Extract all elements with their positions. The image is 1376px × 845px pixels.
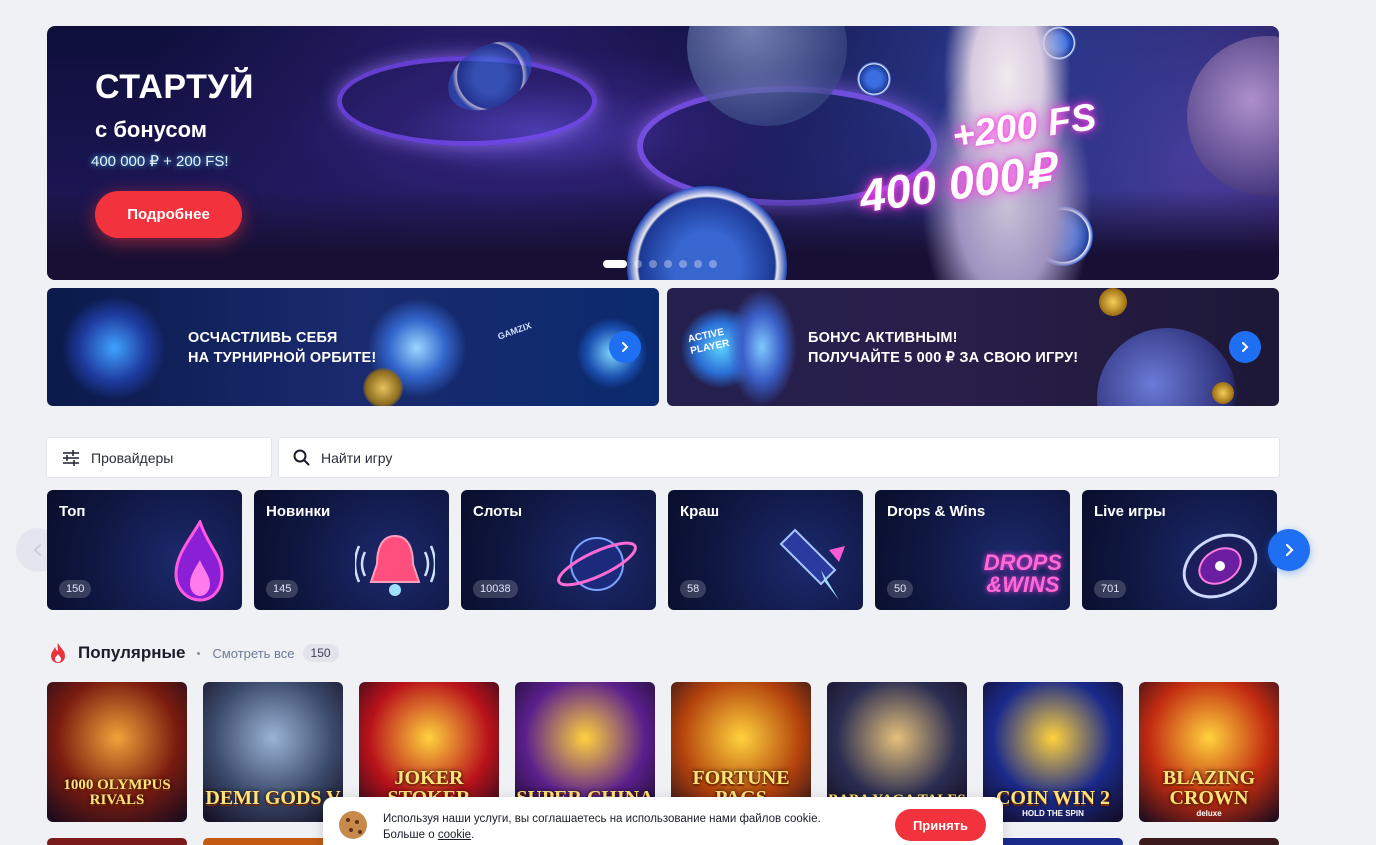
game-tile[interactable]: DEMI GODS V: [203, 682, 343, 822]
search-input[interactable]: [321, 449, 1221, 466]
cookie-icon: [339, 811, 367, 839]
game-tile[interactable]: [203, 838, 343, 845]
popular-count-badge: 150: [302, 644, 339, 662]
view-all-link[interactable]: Смотреть все: [212, 646, 294, 661]
popular-header: Популярные Смотреть все 150: [48, 642, 339, 664]
logo-line: DROPS: [983, 550, 1062, 575]
cookie-text: Используя наши услуги, вы соглашаетесь н…: [383, 813, 821, 841]
popular-title: Популярные: [78, 643, 186, 662]
providers-label: Провайдеры: [91, 449, 174, 466]
drops-wins-icon: DROPS &WINS: [984, 552, 1062, 596]
game-title: DEMI GODS V: [205, 787, 341, 809]
sliders-icon: [63, 449, 79, 466]
coin-icon: [1099, 288, 1127, 316]
carousel-dot[interactable]: [664, 260, 672, 268]
banner-character: [727, 288, 797, 406]
game-tile[interactable]: 1000 OLYMPUS RIVALS: [47, 682, 187, 822]
cookie-more-prefix: Больше о: [383, 829, 435, 841]
banner-line: НА ТУРНИРНОЙ ОРБИТЕ!: [188, 350, 377, 366]
hero-title: СТАРТУЙ: [95, 68, 254, 106]
game-subtitle: HOLD THE SPIN: [1022, 809, 1084, 818]
banner-line: БОНУС АКТИВНЫМ!: [808, 330, 958, 346]
accept-cookie-button[interactable]: Принять: [895, 809, 986, 841]
rocket-icon: [779, 528, 845, 600]
category-count: 50: [887, 580, 914, 598]
banner-text: ОСЧАСТЛИВЬ СЕБЯ НА ТУРНИРНОЙ ОРБИТЕ!: [188, 328, 376, 368]
flame-icon: [174, 520, 224, 602]
category-name: Drops & Wins: [887, 503, 986, 520]
game-title: BLAZING CROWN: [1162, 767, 1256, 809]
game-title: COIN WIN 2: [995, 787, 1111, 809]
hero-details-button[interactable]: Подробнее: [95, 191, 242, 238]
chevron-right-icon: [1285, 543, 1294, 557]
search-icon: [293, 449, 310, 466]
category-count: 701: [1094, 580, 1127, 598]
hero-bonus: 400 000 ₽ + 200 FS!: [91, 153, 229, 170]
category-drops-wins[interactable]: Drops & Wins 50 DROPS &WINS: [875, 490, 1070, 610]
banner-arrow-button[interactable]: [609, 331, 641, 363]
active-player-banner[interactable]: ACTIVE PLAYER БОНУС АКТИВНЫМ! ПОЛУЧАЙТЕ …: [667, 288, 1279, 406]
banner-text: БОНУС АКТИВНЫМ! ПОЛУЧАЙТЕ 5 000 ₽ ЗА СВО…: [808, 328, 1078, 368]
planet-decoration: [1187, 36, 1279, 196]
roulette-icon: [1182, 533, 1258, 599]
motorbike-icon: [59, 298, 169, 398]
category-count: 10038: [473, 580, 518, 598]
fire-icon: [51, 643, 65, 663]
cookie-policy-link[interactable]: cookie: [438, 829, 471, 841]
tournament-banner[interactable]: GAMZIX ОСЧАСТЛИВЬ СЕБЯ НА ТУРНИРНОЙ ОРБИ…: [47, 288, 659, 406]
category-name: Слоты: [473, 503, 523, 520]
category-name: Топ: [59, 503, 86, 520]
carousel-dot[interactable]: [679, 260, 687, 268]
game-tile[interactable]: [1139, 838, 1279, 845]
game-subtitle: deluxe: [1196, 809, 1222, 818]
game-search[interactable]: [278, 437, 1280, 478]
category-count: 58: [680, 580, 707, 598]
planet-icon: [557, 537, 637, 591]
coin-icon: [363, 368, 403, 406]
game-tile[interactable]: [47, 838, 187, 845]
category-live[interactable]: Live игры 701: [1082, 490, 1277, 610]
coin-icon: [1212, 382, 1234, 404]
categories-next-button[interactable]: [1268, 529, 1310, 571]
cookie-message: Используя наши услуги, вы соглашаетесь н…: [383, 813, 821, 825]
game-tile[interactable]: BLAZING CROWN deluxe: [1139, 682, 1279, 822]
category-name: Новинки: [266, 503, 331, 520]
game-title: 1000 OLYMPUS RIVALS: [63, 777, 171, 808]
carousel-dot[interactable]: [694, 260, 702, 268]
carousel-dot[interactable]: [634, 260, 642, 268]
category-crash[interactable]: Краш 58: [668, 490, 863, 610]
banner-arrow-button[interactable]: [1229, 331, 1261, 363]
carousel-dot[interactable]: [649, 260, 657, 268]
category-count: 145: [266, 580, 299, 598]
casino-chip-icon: [857, 62, 891, 96]
carousel-dots: [603, 260, 717, 268]
cookie-banner: Используя наши услуги, вы соглашаетесь н…: [323, 797, 1003, 845]
bell-icon: [355, 534, 435, 596]
logo-line: &WINS: [986, 572, 1060, 597]
category-count: 150: [59, 580, 92, 598]
chevron-right-icon: [622, 342, 629, 352]
gamzix-label: GAMZIX: [496, 320, 533, 342]
chevron-left-icon: [33, 544, 41, 556]
providers-filter-button[interactable]: Провайдеры: [46, 437, 272, 478]
carousel-dot[interactable]: [603, 260, 627, 268]
category-slots[interactable]: Слоты 10038: [461, 490, 656, 610]
category-new[interactable]: Новинки 145: [254, 490, 449, 610]
separator-dot: [197, 651, 201, 655]
category-name: Краш: [680, 503, 720, 520]
game-tile[interactable]: COIN WIN 2 HOLD THE SPIN: [983, 682, 1123, 822]
chevron-right-icon: [1242, 342, 1249, 352]
carousel-dot[interactable]: [709, 260, 717, 268]
game-tile[interactable]: [983, 838, 1123, 845]
banner-line: ПОЛУЧАЙТЕ 5 000 ₽ ЗА СВОЮ ИГРУ!: [808, 350, 1079, 366]
banner-line: ОСЧАСТЛИВЬ СЕБЯ: [188, 330, 338, 346]
category-top[interactable]: Топ 150: [47, 490, 242, 610]
category-name: Live игры: [1094, 503, 1166, 520]
hero-banner[interactable]: +200 FS 400 000₽ СТАРТУЙ с бонусом 400 0…: [47, 26, 1279, 280]
hero-subtitle: с бонусом: [95, 117, 208, 142]
